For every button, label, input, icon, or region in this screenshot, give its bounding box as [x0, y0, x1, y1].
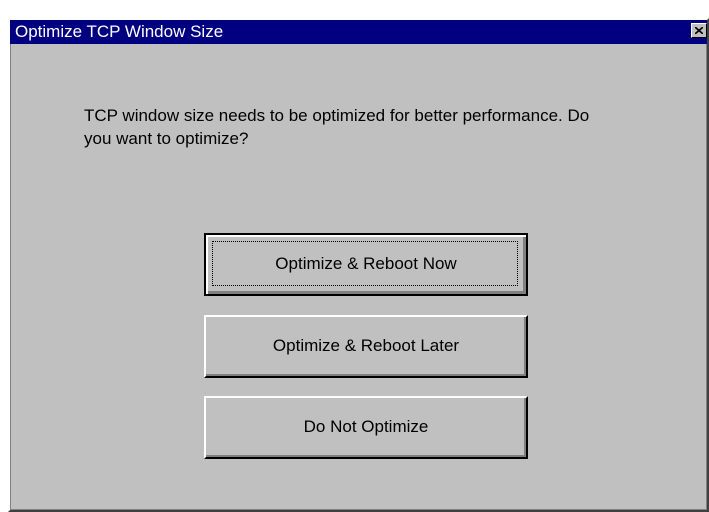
- do-not-optimize-label: Do Not Optimize: [303, 417, 429, 436]
- optimize-reboot-later-label: Optimize & Reboot Later: [272, 336, 460, 355]
- do-not-optimize-button[interactable]: Do Not Optimize: [204, 396, 528, 459]
- prompt-message: TCP window size needs to be optimized fo…: [84, 106, 590, 148]
- close-button[interactable]: [691, 23, 707, 38]
- optimize-reboot-now-label: Optimize & Reboot Now: [275, 254, 457, 273]
- optimize-dialog: Optimize TCP Window Size TCP window size…: [8, 18, 709, 512]
- close-icon: [695, 27, 703, 34]
- optimize-reboot-later-button[interactable]: Optimize & Reboot Later: [204, 315, 528, 378]
- window-title: Optimize TCP Window Size: [15, 22, 224, 41]
- optimize-reboot-now-button[interactable]: Optimize & Reboot Now: [204, 233, 528, 296]
- title-bar[interactable]: Optimize TCP Window Size: [10, 20, 707, 44]
